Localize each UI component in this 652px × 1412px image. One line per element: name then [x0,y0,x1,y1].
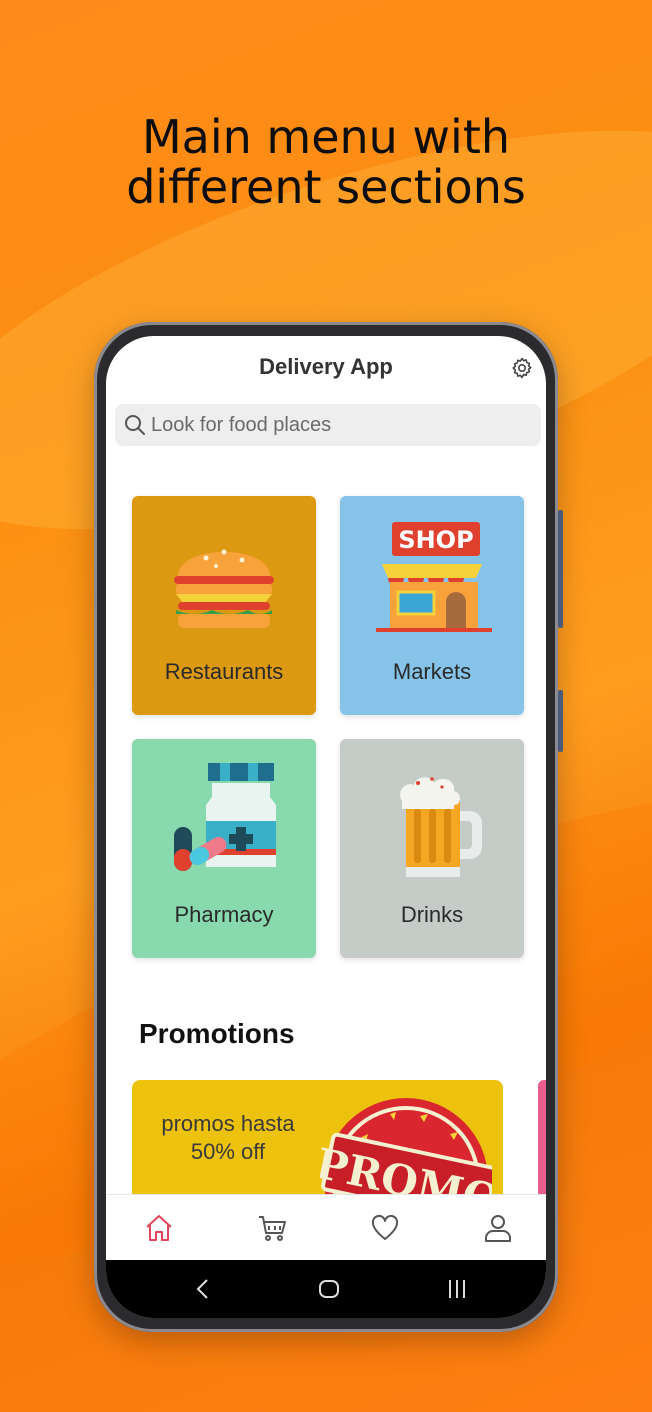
recent-apps-icon[interactable] [444,1276,470,1302]
home-button-icon[interactable] [316,1276,342,1302]
phone-volume-button [558,510,563,628]
category-label: Pharmacy [174,902,274,927]
search-input[interactable] [151,404,531,446]
home-icon[interactable] [144,1213,174,1243]
category-label: Markets [392,659,472,684]
svg-text:SHOP: SHOP [398,526,473,554]
shop-icon: SHOP [376,522,492,632]
user-icon[interactable] [483,1213,513,1243]
burger-icon [174,549,274,628]
search-icon [125,415,145,435]
app-screen: Delivery App Look for food places Restau… [106,336,546,1318]
category-tile-drinks[interactable]: Drinks [340,739,524,958]
phone-power-button [558,690,563,752]
android-system-bar [106,1260,546,1318]
category-tile-pharmacy[interactable]: Pharmacy [132,739,316,958]
headline-line-2: different sections [126,160,526,214]
promo-line-2: 50% off [190,1139,266,1164]
promo-text: promos hasta 50% off [152,1110,304,1166]
category-label: Restaurants [164,659,284,684]
marketing-headline: Main menu with different sections [0,112,652,212]
phone-frame: Delivery App Look for food places Restau… [94,322,563,1332]
headline-line-1: Main menu with [141,110,511,164]
heart-icon[interactable] [370,1213,400,1243]
app-title: Delivery App [259,354,393,379]
cart-icon[interactable] [257,1213,287,1243]
bottom-navigation [106,1194,546,1260]
category-label: Drinks [400,902,464,927]
category-tile-markets[interactable]: SHOP Markets [340,496,524,715]
medicine-icon [174,763,276,871]
promotions-heading: Promotions [139,1018,295,1049]
promo-line-1: promos hasta [161,1111,295,1136]
beer-icon [400,777,482,877]
category-tile-restaurants[interactable]: Restaurants [132,496,316,715]
app-bar: Delivery App [106,336,546,398]
back-icon[interactable] [190,1276,216,1302]
search-bar[interactable] [115,404,541,446]
gear-icon[interactable] [510,356,534,380]
